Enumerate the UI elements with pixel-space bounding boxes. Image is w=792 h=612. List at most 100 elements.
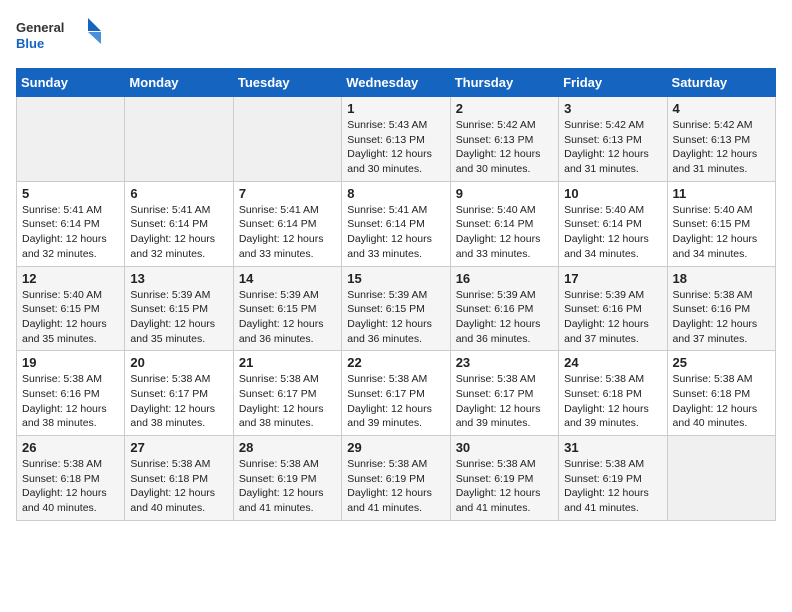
day-info: Sunrise: 5:39 AM Sunset: 6:15 PM Dayligh…: [239, 288, 336, 347]
calendar-cell: 26 Sunrise: 5:38 AM Sunset: 6:18 PM Dayli…: [17, 436, 125, 521]
day-number: 20: [130, 355, 227, 370]
day-number: 4: [673, 101, 770, 116]
day-number: 2: [456, 101, 553, 116]
calendar-cell: 28 Sunrise: 5:38 AM Sunset: 6:19 PM Dayli…: [233, 436, 341, 521]
header-wednesday: Wednesday: [342, 69, 450, 97]
header-sunday: Sunday: [17, 69, 125, 97]
day-info: Sunrise: 5:38 AM Sunset: 6:17 PM Dayligh…: [347, 372, 444, 431]
calendar-cell: 6Sunrise: 5:41 AM Sunset: 6:14 PM Daylig…: [125, 181, 233, 266]
day-number: 19: [22, 355, 119, 370]
logo-svg: General Blue: [16, 16, 116, 56]
day-info: Sunrise: 5:39 AM Sunset: 6:15 PM Dayligh…: [347, 288, 444, 347]
calendar-cell: 17 Sunrise: 5:39 AM Sunset: 6:16 PM Dayli…: [559, 266, 667, 351]
day-info: Sunrise: 5:42 AM Sunset: 6:13 PM Dayligh…: [564, 118, 661, 177]
day-number: 28: [239, 440, 336, 455]
day-number: 10: [564, 186, 661, 201]
calendar-cell: 10 Sunrise: 5:40 AM Sunset: 6:14 PM Dayli…: [559, 181, 667, 266]
calendar-cell: 4 Sunrise: 5:42 AM Sunset: 6:13 PM Daylig…: [667, 97, 775, 182]
day-info: Sunrise: 5:38 AM Sunset: 6:19 PM Dayligh…: [239, 457, 336, 516]
day-number: 26: [22, 440, 119, 455]
day-number: 15: [347, 271, 444, 286]
day-info: Sunrise: 5:41 AM Sunset: 6:14 PM Dayligh…: [239, 203, 336, 262]
day-info: Sunrise: 5:38 AM Sunset: 6:17 PM Dayligh…: [130, 372, 227, 431]
day-info: Sunrise: 5:40 AM Sunset: 6:14 PM Dayligh…: [564, 203, 661, 262]
day-number: 18: [673, 271, 770, 286]
svg-text:General: General: [16, 20, 64, 35]
calendar-cell: 23Sunrise: 5:38 AM Sunset: 6:17 PM Dayli…: [450, 351, 558, 436]
header-saturday: Saturday: [667, 69, 775, 97]
calendar-cell: 29 Sunrise: 5:38 AM Sunset: 6:19 PM Dayli…: [342, 436, 450, 521]
header-friday: Friday: [559, 69, 667, 97]
calendar-cell: 3 Sunrise: 5:42 AM Sunset: 6:13 PM Daylig…: [559, 97, 667, 182]
calendar-cell: 8 Sunrise: 5:41 AM Sunset: 6:14 PM Daylig…: [342, 181, 450, 266]
calendar-cell: 11Sunrise: 5:40 AM Sunset: 6:15 PM Dayli…: [667, 181, 775, 266]
day-info: Sunrise: 5:38 AM Sunset: 6:16 PM Dayligh…: [22, 372, 119, 431]
day-info: Sunrise: 5:38 AM Sunset: 6:17 PM Dayligh…: [456, 372, 553, 431]
day-number: 14: [239, 271, 336, 286]
day-number: 24: [564, 355, 661, 370]
day-number: 5: [22, 186, 119, 201]
calendar-cell: 9Sunrise: 5:40 AM Sunset: 6:14 PM Daylig…: [450, 181, 558, 266]
logo: General Blue: [16, 16, 116, 56]
header: General Blue: [16, 16, 776, 56]
calendar-header: SundayMondayTuesdayWednesdayThursdayFrid…: [17, 69, 776, 97]
day-info: Sunrise: 5:38 AM Sunset: 6:18 PM Dayligh…: [130, 457, 227, 516]
calendar-cell: 2 Sunrise: 5:42 AM Sunset: 6:13 PM Daylig…: [450, 97, 558, 182]
calendar-cell: 30Sunrise: 5:38 AM Sunset: 6:19 PM Dayli…: [450, 436, 558, 521]
day-info: Sunrise: 5:38 AM Sunset: 6:18 PM Dayligh…: [22, 457, 119, 516]
calendar-cell: 18 Sunrise: 5:38 AM Sunset: 6:16 PM Dayli…: [667, 266, 775, 351]
day-info: Sunrise: 5:43 AM Sunset: 6:13 PM Dayligh…: [347, 118, 444, 177]
calendar-cell: [17, 97, 125, 182]
day-number: 12: [22, 271, 119, 286]
day-info: Sunrise: 5:38 AM Sunset: 6:18 PM Dayligh…: [673, 372, 770, 431]
day-number: 11: [673, 186, 770, 201]
day-number: 29: [347, 440, 444, 455]
day-info: Sunrise: 5:41 AM Sunset: 6:14 PM Dayligh…: [347, 203, 444, 262]
calendar-cell: 27Sunrise: 5:38 AM Sunset: 6:18 PM Dayli…: [125, 436, 233, 521]
week-row-1: 1 Sunrise: 5:43 AM Sunset: 6:13 PM Daylig…: [17, 97, 776, 182]
calendar-cell: 24 Sunrise: 5:38 AM Sunset: 6:18 PM Dayli…: [559, 351, 667, 436]
day-info: Sunrise: 5:42 AM Sunset: 6:13 PM Dayligh…: [673, 118, 770, 177]
day-info: Sunrise: 5:38 AM Sunset: 6:19 PM Dayligh…: [347, 457, 444, 516]
day-info: Sunrise: 5:38 AM Sunset: 6:17 PM Dayligh…: [239, 372, 336, 431]
day-info: Sunrise: 5:38 AM Sunset: 6:16 PM Dayligh…: [673, 288, 770, 347]
header-tuesday: Tuesday: [233, 69, 341, 97]
calendar-cell: 20 Sunrise: 5:38 AM Sunset: 6:17 PM Dayli…: [125, 351, 233, 436]
day-info: Sunrise: 5:39 AM Sunset: 6:15 PM Dayligh…: [130, 288, 227, 347]
day-number: 21: [239, 355, 336, 370]
calendar-cell: 21 Sunrise: 5:38 AM Sunset: 6:17 PM Dayli…: [233, 351, 341, 436]
day-info: Sunrise: 5:38 AM Sunset: 6:18 PM Dayligh…: [564, 372, 661, 431]
day-number: 16: [456, 271, 553, 286]
calendar-table: SundayMondayTuesdayWednesdayThursdayFrid…: [16, 68, 776, 521]
week-row-2: 5 Sunrise: 5:41 AM Sunset: 6:14 PM Daylig…: [17, 181, 776, 266]
calendar-cell: [667, 436, 775, 521]
calendar-cell: 15 Sunrise: 5:39 AM Sunset: 6:15 PM Dayli…: [342, 266, 450, 351]
day-number: 30: [456, 440, 553, 455]
day-number: 8: [347, 186, 444, 201]
header-row: SundayMondayTuesdayWednesdayThursdayFrid…: [17, 69, 776, 97]
day-number: 7: [239, 186, 336, 201]
day-info: Sunrise: 5:42 AM Sunset: 6:13 PM Dayligh…: [456, 118, 553, 177]
calendar-cell: 13 Sunrise: 5:39 AM Sunset: 6:15 PM Dayli…: [125, 266, 233, 351]
calendar-cell: 7 Sunrise: 5:41 AM Sunset: 6:14 PM Daylig…: [233, 181, 341, 266]
day-number: 1: [347, 101, 444, 116]
day-info: Sunrise: 5:38 AM Sunset: 6:19 PM Dayligh…: [564, 457, 661, 516]
week-row-3: 12Sunrise: 5:40 AM Sunset: 6:15 PM Dayli…: [17, 266, 776, 351]
calendar-cell: 1 Sunrise: 5:43 AM Sunset: 6:13 PM Daylig…: [342, 97, 450, 182]
day-info: Sunrise: 5:39 AM Sunset: 6:16 PM Dayligh…: [564, 288, 661, 347]
calendar-cell: [233, 97, 341, 182]
week-row-5: 26 Sunrise: 5:38 AM Sunset: 6:18 PM Dayli…: [17, 436, 776, 521]
day-number: 31: [564, 440, 661, 455]
day-info: Sunrise: 5:39 AM Sunset: 6:16 PM Dayligh…: [456, 288, 553, 347]
day-info: Sunrise: 5:40 AM Sunset: 6:14 PM Dayligh…: [456, 203, 553, 262]
day-number: 22: [347, 355, 444, 370]
day-number: 13: [130, 271, 227, 286]
calendar-cell: 25Sunrise: 5:38 AM Sunset: 6:18 PM Dayli…: [667, 351, 775, 436]
calendar-cell: 16 Sunrise: 5:39 AM Sunset: 6:16 PM Dayli…: [450, 266, 558, 351]
calendar-cell: [125, 97, 233, 182]
header-thursday: Thursday: [450, 69, 558, 97]
calendar-cell: 19 Sunrise: 5:38 AM Sunset: 6:16 PM Dayli…: [17, 351, 125, 436]
day-number: 17: [564, 271, 661, 286]
day-number: 3: [564, 101, 661, 116]
calendar-cell: 12Sunrise: 5:40 AM Sunset: 6:15 PM Dayli…: [17, 266, 125, 351]
